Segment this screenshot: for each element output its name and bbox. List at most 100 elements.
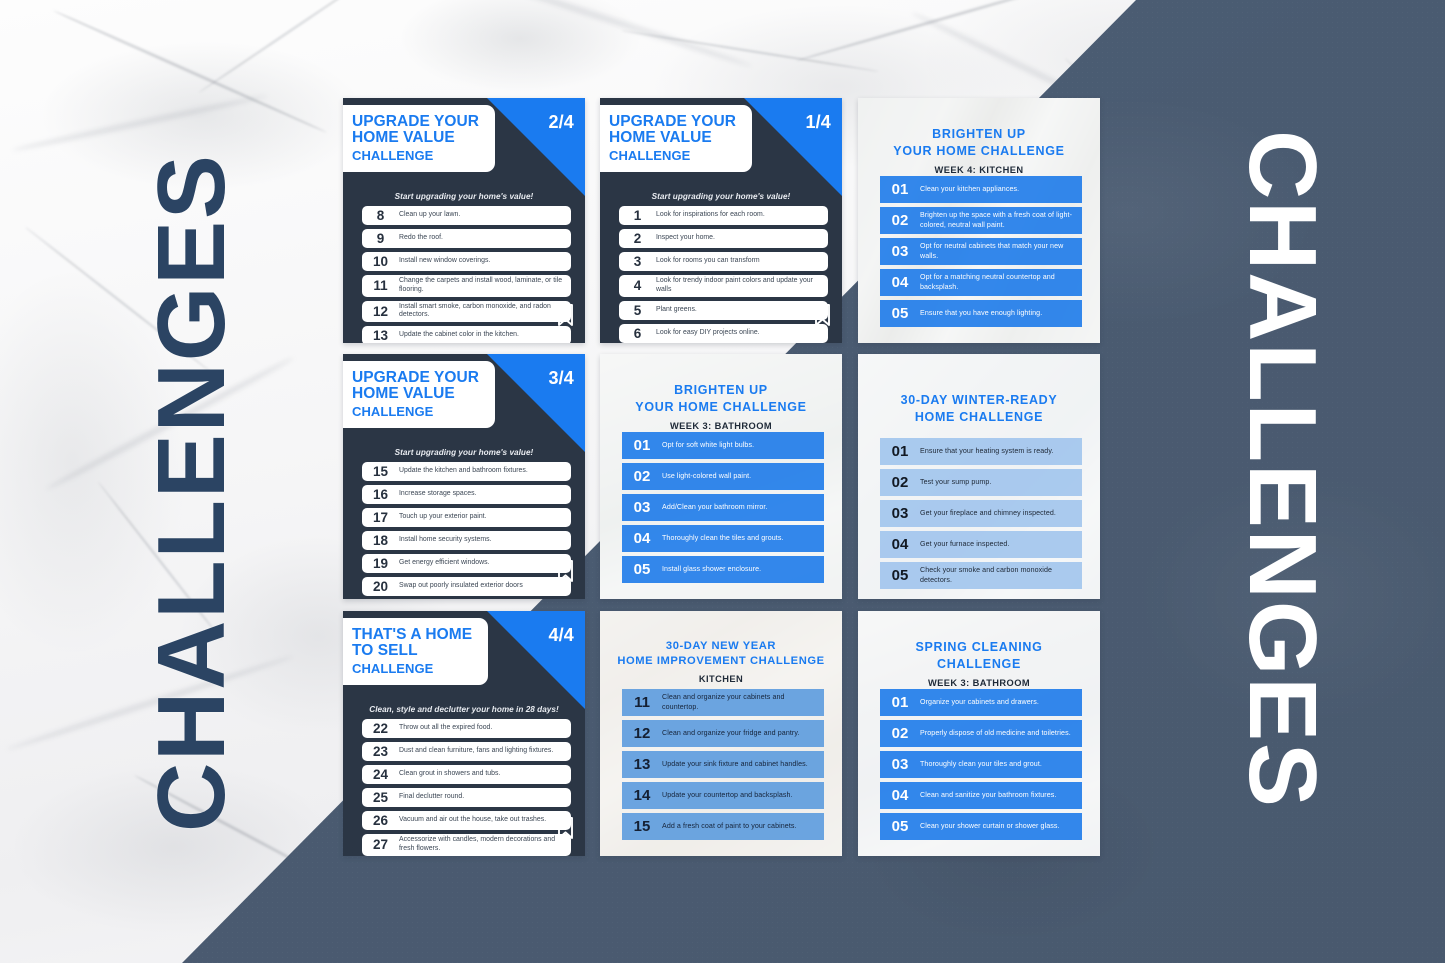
- checklist: 1 Look for inspirations for each room. 2 In…: [619, 206, 828, 343]
- challenge-card-new-year-home-improvement-kitchen[interactable]: 30-DAY NEW YEAR HOME IMPROVEMENT CHALLENG…: [600, 611, 842, 856]
- checklist-row[interactable]: 01 Organize your cabinets and drawers.: [880, 689, 1082, 716]
- checklist-number: 20: [372, 579, 389, 594]
- checklist-text: Opt for a matching neutral countertop an…: [920, 273, 1055, 291]
- checklist-row[interactable]: 01 Clean your kitchen appliances.: [880, 176, 1082, 203]
- checklist-row[interactable]: 13 Update the cabinet color in the kitche…: [362, 326, 571, 343]
- bookmark-icon[interactable]: [557, 560, 574, 583]
- checklist-row[interactable]: 15 Update the kitchen and bathroom fixtur…: [362, 462, 571, 481]
- card-title-line-1: UPGRADE YOUR: [352, 369, 480, 386]
- checklist-text: Opt for soft white light bulbs.: [662, 440, 755, 449]
- checklist-number: 22: [372, 721, 389, 736]
- checklist-row[interactable]: 12 Install smart smoke, carbon monoxide, …: [362, 300, 571, 323]
- challenge-card-upgrade-home-value-3[interactable]: 3/4 UPGRADE YOUR HOME VALUE CHALLENGE Start …: [343, 354, 585, 599]
- checklist-number: 03: [891, 243, 909, 260]
- checklist-number: 05: [891, 818, 909, 835]
- checklist-row[interactable]: 27 Accessorize with candles, modern decor…: [362, 834, 571, 856]
- checklist-number: 13: [372, 328, 389, 343]
- card-heading: BRIGHTEN UP YOUR HOME CHALLENGE WEEK 4: KI…: [868, 126, 1090, 175]
- checklist-row[interactable]: 18 Install home security systems.: [362, 531, 571, 550]
- checklist-row[interactable]: 13 Update your sink fixture and cabinet h…: [622, 751, 824, 778]
- checklist-row[interactable]: 03 Get your fireplace and chimney inspect…: [880, 500, 1082, 527]
- card-title-plate: THAT'S A HOME TO SELL CHALLENGE: [343, 618, 489, 686]
- checklist-row[interactable]: 03 Opt for neutral cabinets that match yo…: [880, 238, 1082, 265]
- checklist-row[interactable]: 05 Check your smoke and carbon monoxide d…: [880, 562, 1082, 589]
- checklist-text: Accessorize with candles, modern decorat…: [399, 836, 556, 852]
- checklist-number: 13: [633, 756, 651, 773]
- checklist-row[interactable]: 04 Thoroughly clean the tiles and grouts.: [622, 525, 824, 552]
- checklist-row[interactable]: 03 Add/Clean your bathroom mirror.: [622, 494, 824, 521]
- checklist-number: 25: [372, 790, 389, 805]
- challenge-card-brighten-up-week4-kitchen[interactable]: BRIGHTEN UP YOUR HOME CHALLENGE WEEK 4: KI…: [858, 98, 1100, 343]
- checklist-row[interactable]: 4 Look for trendy indoor paint colors and…: [619, 275, 828, 297]
- challenge-card-upgrade-home-value-2[interactable]: 2/4 UPGRADE YOUR HOME VALUE CHALLENGE Start …: [343, 98, 585, 343]
- checklist-row[interactable]: 17 Touch up your exterior paint.: [362, 508, 571, 527]
- checklist-row[interactable]: 22 Throw out all the expired food.: [362, 719, 571, 738]
- card-subtitle: Start upgrading your home's value!: [394, 192, 534, 201]
- checklist-row[interactable]: 05 Clean your shower curtain or shower gl…: [880, 813, 1082, 840]
- bookmark-icon[interactable]: [557, 304, 574, 327]
- checklist-text: Update the cabinet color in the kitchen.: [399, 331, 519, 339]
- checklist-row[interactable]: 3 Look for rooms you can transform: [619, 252, 828, 271]
- checklist-row[interactable]: 25 Final declutter round.: [362, 788, 571, 807]
- checklist-row[interactable]: 1 Look for inspirations for each room.: [619, 206, 828, 225]
- checklist-row[interactable]: 02 Test your sump pump.: [880, 469, 1082, 496]
- card-title-line-3: CHALLENGE: [352, 660, 434, 676]
- checklist: 01 Opt for soft white light bulbs. 02 Use l…: [622, 432, 824, 587]
- checklist-row[interactable]: 8 Clean up your lawn.: [362, 206, 571, 225]
- checklist-row[interactable]: 14 Update your countertop and backsplash.: [622, 782, 824, 809]
- card-title-line-2: HOME IMPROVEMENT CHALLENGE: [617, 655, 825, 668]
- page-indicator: 2/4: [548, 112, 574, 132]
- checklist-row[interactable]: 23 Dust and clean furniture, fans and lig…: [362, 742, 571, 761]
- checklist-text: Dust and clean furniture, fans and light…: [399, 747, 554, 755]
- checklist-row[interactable]: 02 Properly dispose of old medicine and t…: [880, 720, 1082, 747]
- card-title-line-2: HOME VALUE: [609, 129, 712, 147]
- checklist-row[interactable]: 01 Opt for soft white light bulbs.: [622, 432, 824, 459]
- challenge-card-thats-a-home-to-sell-4[interactable]: 4/4 THAT'S A HOME TO SELL CHALLENGE Clean, s…: [343, 611, 585, 856]
- bookmark-icon[interactable]: [814, 304, 831, 327]
- card-title-line-1: BRIGHTEN UP: [932, 127, 1026, 141]
- checklist-row[interactable]: 15 Add a fresh coat of paint to your cabi…: [622, 813, 824, 840]
- checklist-row[interactable]: 26 Vacuum and air out the house, take out…: [362, 811, 571, 830]
- checklist-row[interactable]: 11 Change the carpets and install wood, l…: [362, 275, 571, 297]
- checklist-number: 12: [633, 725, 651, 742]
- checklist-text: Plant greens.: [656, 305, 697, 313]
- card-title-line-2: TO SELL: [352, 642, 418, 660]
- checklist-row[interactable]: 02 Use light-colored wall paint.: [622, 463, 824, 490]
- checklist-row[interactable]: 16 Increase storage spaces.: [362, 485, 571, 504]
- bookmark-icon[interactable]: [557, 817, 574, 840]
- checklist-row[interactable]: 04 Get your furnace inspected.: [880, 531, 1082, 558]
- checklist-row[interactable]: 20 Swap out poorly insulated exterior doo…: [362, 577, 571, 596]
- challenge-card-upgrade-home-value-1[interactable]: 1/4 UPGRADE YOUR HOME VALUE CHALLENGE Start …: [600, 98, 842, 343]
- challenge-card-spring-cleaning-week3-bathroom[interactable]: SPRING CLEANING CHALLENGE WEEK 3: BATHROOM…: [858, 611, 1100, 856]
- checklist-row[interactable]: 5 Plant greens.: [619, 300, 828, 320]
- checklist-row[interactable]: 6 Look for easy DIY projects online.: [619, 323, 828, 343]
- checklist-row[interactable]: 2 Inspect your home.: [619, 229, 828, 248]
- card-title-line-3: CHALLENGE: [352, 403, 434, 419]
- checklist-number: 02: [891, 725, 909, 742]
- checklist-text: Add/Clean your bathroom mirror.: [662, 502, 768, 511]
- card-title-line-2: HOME CHALLENGE: [914, 410, 1044, 425]
- checklist-row[interactable]: 02 Brighten up the space with a fresh coa…: [880, 207, 1082, 234]
- checklist-row[interactable]: 11 Clean and organize your cabinets and c…: [622, 689, 824, 716]
- challenge-card-brighten-up-week3-bathroom[interactable]: BRIGHTEN UP YOUR HOME CHALLENGE WEEK 3: BA…: [600, 354, 842, 599]
- card-title-line-1: THAT'S A HOME: [352, 626, 473, 643]
- card-heading: 30-DAY WINTER-READY HOME CHALLENGE: [868, 392, 1090, 427]
- card-subtitle: Start upgrading your home's value!: [394, 448, 534, 457]
- checklist-row[interactable]: 12 Clean and organize your fridge and pan…: [622, 720, 824, 747]
- checklist-row[interactable]: 04 Clean and sanitize your bathroom fixtu…: [880, 782, 1082, 809]
- checklist-row[interactable]: 05 Ensure that you have enough lighting.: [880, 300, 1082, 327]
- card-title-line-1: BRIGHTEN UP: [674, 383, 768, 397]
- checklist-text: Touch up your exterior paint.: [399, 513, 487, 521]
- checklist-number: 8: [376, 208, 385, 223]
- checklist-row[interactable]: 19 Get energy efficient windows.: [362, 554, 571, 573]
- checklist-row[interactable]: 01 Ensure that your heating system is rea…: [880, 438, 1082, 465]
- checklist-row[interactable]: 24 Clean grout in showers and tubs.: [362, 765, 571, 784]
- checklist-row[interactable]: 04 Opt for a matching neutral countertop …: [880, 269, 1082, 296]
- challenge-card-winter-ready-home-challenge[interactable]: 30-DAY WINTER-READY HOME CHALLENGE 01 Ensur…: [858, 354, 1100, 599]
- checklist-row[interactable]: 05 Install glass shower enclosure.: [622, 556, 824, 583]
- checklist-row[interactable]: 9 Redo the roof.: [362, 229, 571, 248]
- page-indicator: 4/4: [548, 625, 574, 645]
- checklist-row[interactable]: 10 Install new window coverings.: [362, 252, 571, 271]
- card-week-label: WEEK 4: KITCHEN: [934, 164, 1024, 175]
- checklist-row[interactable]: 03 Thoroughly clean your tiles and grout.: [880, 751, 1082, 778]
